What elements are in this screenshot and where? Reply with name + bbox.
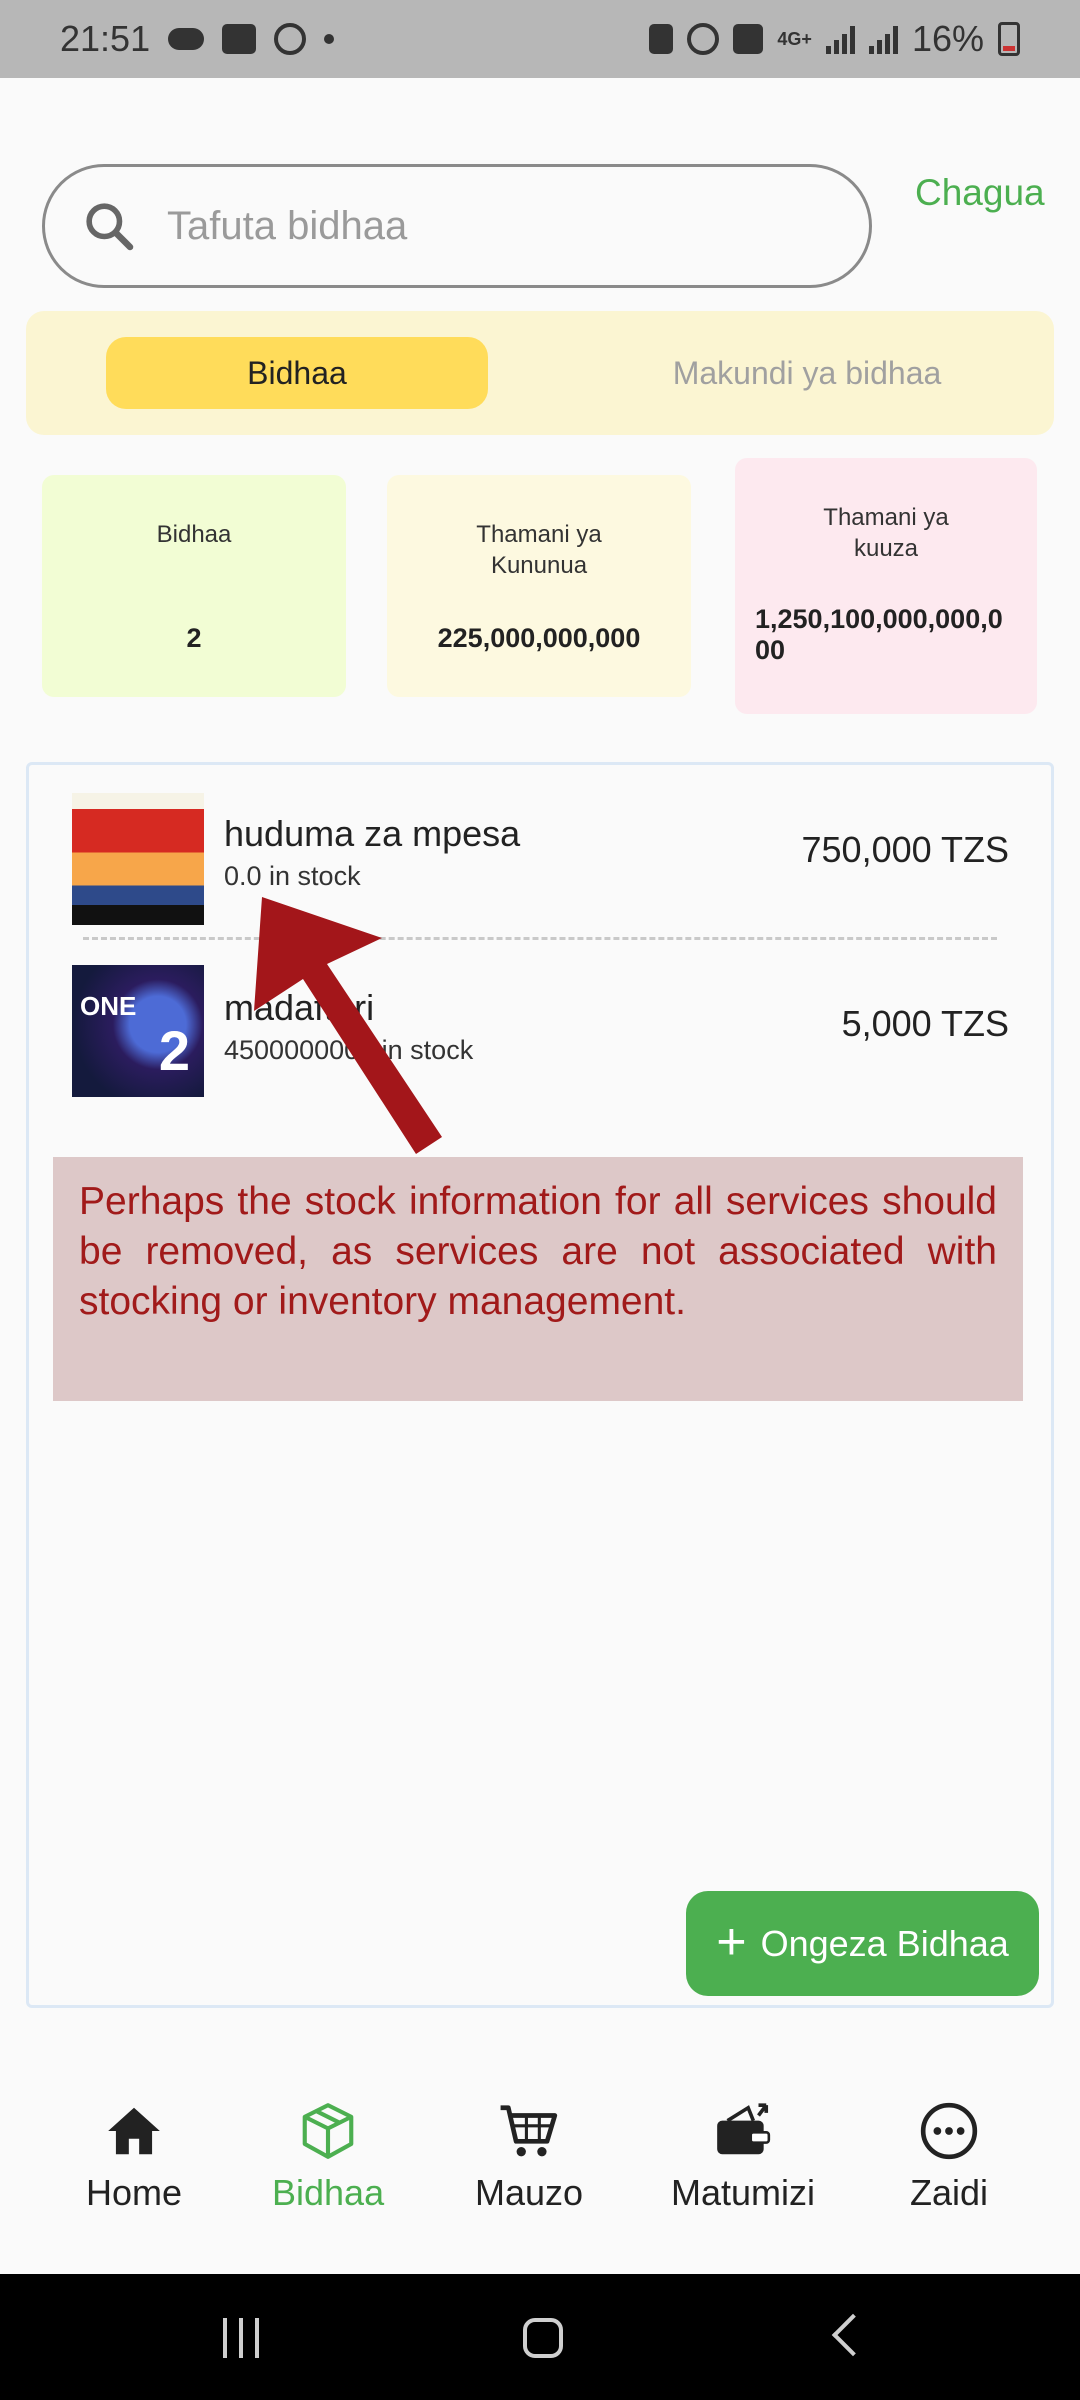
summary-label: Bidhaa: [156, 521, 232, 548]
network-type: 4G+: [777, 28, 812, 49]
tab-makundi-ya-bidhaa[interactable]: Makundi ya bidhaa: [581, 337, 1033, 409]
cart-icon: [500, 2105, 558, 2157]
nav-mauzo[interactable]: Mauzo: [475, 2100, 583, 2214]
product-thumbnail: [72, 793, 204, 925]
annotation-note: Perhaps the stock information for all se…: [53, 1157, 1023, 1401]
summary-value: 2: [186, 623, 202, 653]
add-product-label: Ongeza Bidhaa: [760, 1922, 1009, 1964]
gallery-icon: [222, 24, 257, 54]
battery-level: 16%: [911, 18, 984, 59]
recycle-icon: [649, 24, 674, 54]
status-time: 21:51: [60, 18, 151, 59]
nav-label: Bidhaa: [272, 2172, 385, 2213]
tab-bar: Bidhaa Makundi ya bidhaa: [26, 311, 1054, 435]
search-icon: [86, 203, 134, 251]
nav-label: Zaidi: [910, 2172, 989, 2213]
nav-home[interactable]: Home: [86, 2100, 182, 2214]
product-thumbnail: ONE 2: [72, 965, 204, 1097]
nav-matumizi[interactable]: Matumizi: [671, 2100, 815, 2214]
list-item[interactable]: huduma za mpesa 0.0 in stock 750,000 TZS: [29, 765, 1051, 937]
wallet-icon: [717, 2103, 771, 2155]
summary-card-purchase-value: Thamani ya Kununua 225,000,000,000: [387, 475, 691, 697]
signal-icon: [825, 24, 855, 54]
nav-label: Home: [86, 2172, 183, 2213]
system-nav-bar: [0, 2274, 1080, 2400]
summary-card-bidhaa: Bidhaa 2: [42, 475, 346, 697]
product-price: 750,000 TZS: [801, 829, 1009, 870]
signal-2-icon: [868, 24, 898, 54]
search-bar[interactable]: [42, 164, 872, 288]
product-list: huduma za mpesa 0.0 in stock 750,000 TZS…: [26, 762, 1054, 2008]
summary-value: 225,000,000,000: [437, 623, 641, 653]
product-price: 5,000 TZS: [841, 1003, 1009, 1044]
product-stock: 4500000000 in stock: [224, 1035, 474, 1065]
product-name: madaftari: [224, 987, 375, 1028]
summary-card-sale-value: Thamani ya kuuza 1,250,100,000,000,000: [735, 458, 1037, 714]
status-bar: 21:51 4G+ 16%: [0, 0, 1080, 78]
box-icon: [302, 2103, 354, 2159]
summary-label: Thamani ya kuuza: [823, 504, 949, 562]
back-icon[interactable]: [831, 2313, 875, 2357]
recent-apps-icon[interactable]: [223, 2318, 259, 2358]
nav-bidhaa[interactable]: Bidhaa: [272, 2100, 384, 2214]
nav-label: Mauzo: [475, 2172, 584, 2213]
bottom-nav: Home Bidhaa Mauzo Matumizi Zaidi: [0, 2080, 1080, 2274]
mute-icon: [733, 24, 764, 54]
tab-bidhaa[interactable]: Bidhaa: [106, 337, 488, 409]
home-button-icon[interactable]: [523, 2318, 563, 2358]
product-name: huduma za mpesa: [224, 813, 521, 854]
more-icon: [920, 2102, 978, 2160]
home-icon: [108, 2107, 160, 2155]
nav-zaidi[interactable]: Zaidi: [910, 2100, 988, 2214]
battery-icon: [998, 22, 1020, 56]
list-item[interactable]: ONE 2 madaftari 4500000000 in stock 5,000…: [29, 937, 1051, 1117]
summary-value: 1,250,100,000,000,000: [755, 604, 1003, 665]
add-product-button[interactable]: + Ongeza Bidhaa: [686, 1891, 1039, 1996]
search-input[interactable]: [167, 203, 807, 249]
alarm-icon: [687, 23, 720, 55]
cloud-icon: [168, 28, 205, 50]
product-stock: 0.0 in stock: [224, 861, 361, 891]
nav-label: Matumizi: [671, 2172, 816, 2213]
plus-icon: +: [716, 1912, 747, 1971]
summary-label: Thamani ya Kununua: [476, 521, 602, 579]
notification-dot-icon: [324, 34, 335, 44]
select-button[interactable]: Chagua: [915, 172, 1045, 214]
whatsapp-icon: [274, 23, 307, 55]
